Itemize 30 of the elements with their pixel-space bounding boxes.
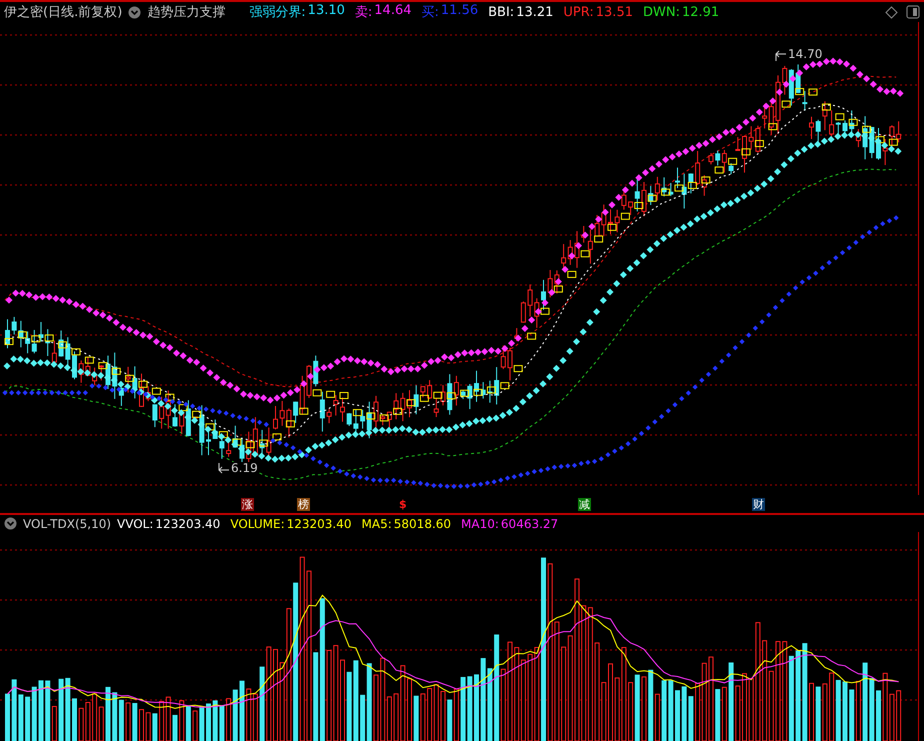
event-badge: 榜 (297, 498, 310, 511)
indicator-label: UPR: (563, 4, 594, 20)
indicator-label: 买: (422, 4, 439, 21)
indicator-label: DWN: (642, 4, 680, 20)
indicator-name[interactable]: 趋势压力支撑 (147, 3, 226, 21)
indicator-label: 卖: (354, 4, 372, 21)
indicator-name[interactable]: VOL-TDX(5,10) (23, 516, 112, 530)
indicator-label: VVOL: (117, 516, 154, 530)
event-badge: 减 (578, 498, 591, 511)
indicator-label: MA5: (362, 516, 392, 530)
indicator-value: 13.21 (516, 4, 554, 20)
indicator-label: MA10: (461, 516, 499, 530)
price-label: 6.19 (231, 462, 258, 475)
indicator-value: 123203.40 (286, 516, 352, 530)
indicator-label: 强弱分界: (249, 4, 306, 21)
indicator-label: BBI: (488, 4, 514, 20)
indicator-value: 60463.27 (500, 516, 558, 530)
indicator-value: 14.64 (374, 3, 412, 20)
indicator-label: VOLUME: (230, 516, 285, 530)
indicator-value: 11.56 (440, 3, 478, 20)
indicator-value: 58018.60 (394, 516, 452, 530)
chart-title: 伊之密(日线.前复权) (4, 4, 122, 21)
price-label: 14.70 (788, 48, 822, 61)
event-badge: 涨 (241, 498, 254, 511)
indicator-value: 13.51 (596, 4, 633, 20)
indicator-value: 13.10 (308, 3, 345, 20)
event-symbol: $ (398, 498, 408, 511)
event-badge: 财 (752, 498, 765, 511)
indicator-value: 12.91 (682, 4, 720, 20)
indicator-value: 123203.40 (155, 516, 220, 530)
